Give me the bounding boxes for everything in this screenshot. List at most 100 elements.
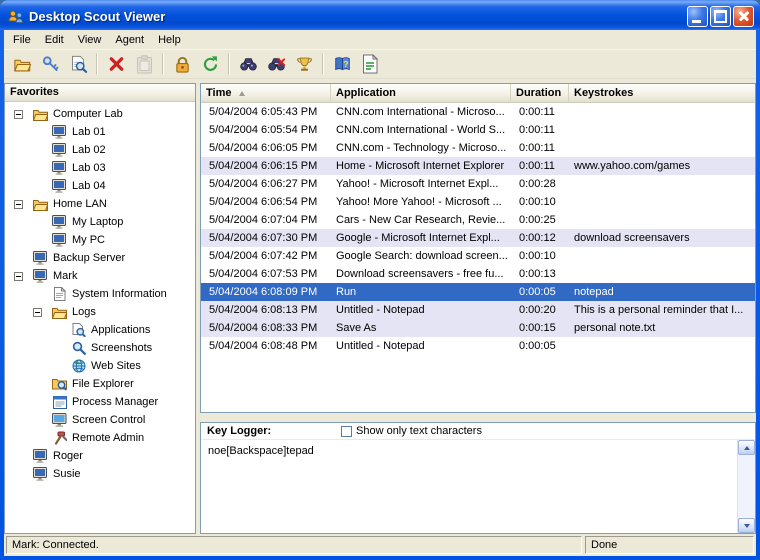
cell-application: Yahoo! More Yahoo! - Microsoft ... (331, 193, 511, 211)
scrollbar-track[interactable] (738, 455, 755, 518)
tree-item-mark[interactable]: Mark (5, 267, 195, 285)
tree-item-label: File Explorer (72, 378, 134, 390)
tips-button[interactable] (291, 51, 317, 77)
computer-icon (51, 125, 68, 139)
tree-item-backup-server[interactable]: Backup Server (5, 249, 195, 267)
activity-row[interactable]: 5/04/2004 6:07:42 PMGoogle Search: downl… (201, 247, 755, 265)
open-button[interactable] (9, 51, 35, 77)
tree-item-roger[interactable]: Roger (5, 447, 195, 465)
tree-item-my-pc[interactable]: My PC (5, 231, 195, 249)
activity-row[interactable]: 5/04/2004 6:08:48 PMUntitled - Notepad0:… (201, 337, 755, 355)
view-report-button[interactable] (65, 51, 91, 77)
tree-item-web-sites[interactable]: Web Sites (5, 357, 195, 375)
view-log-button[interactable] (357, 51, 383, 77)
activity-row[interactable]: 5/04/2004 6:07:30 PMGoogle - Microsoft I… (201, 229, 755, 247)
toolbar-separator (162, 53, 164, 75)
activity-row[interactable]: 5/04/2004 6:08:13 PMUntitled - Notepad0:… (201, 301, 755, 319)
settings-button[interactable] (37, 51, 63, 77)
activity-row[interactable]: 5/04/2004 6:07:53 PMDownload screensaver… (201, 265, 755, 283)
cell-keystrokes: This is a personal reminder that I... (569, 301, 755, 319)
tree-item-lab-01[interactable]: Lab 01 (5, 123, 195, 141)
menu-agent[interactable]: Agent (108, 32, 151, 48)
scroll-down-icon[interactable] (738, 518, 755, 533)
tree-item-my-laptop[interactable]: My Laptop (5, 213, 195, 231)
tree-item-lab-04[interactable]: Lab 04 (5, 177, 195, 195)
cell-keystrokes (569, 193, 755, 211)
cell-duration: 0:00:20 (511, 301, 569, 319)
tree-item-home-lan[interactable]: Home LAN (5, 195, 195, 213)
tree-item-screenshots[interactable]: Screenshots (5, 339, 195, 357)
window-client-area: FileEditViewAgentHelp ? Favorites Comput… (4, 30, 756, 556)
minimize-button[interactable] (687, 6, 708, 27)
find-button[interactable] (235, 51, 261, 77)
collapse-icon[interactable] (14, 272, 23, 281)
activity-row[interactable]: 5/04/2004 6:06:27 PMYahoo! - Microsoft I… (201, 175, 755, 193)
column-header-application[interactable]: Application (331, 84, 511, 102)
activity-row[interactable]: 5/04/2004 6:05:54 PMCNN.com Internationa… (201, 121, 755, 139)
close-button[interactable] (733, 6, 754, 27)
help-button[interactable]: ? (329, 51, 355, 77)
collapse-icon[interactable] (33, 308, 42, 317)
tree-item-logs[interactable]: Logs (5, 303, 195, 321)
delete-button[interactable] (103, 51, 129, 77)
tree-item-screen-control[interactable]: Screen Control (5, 411, 195, 429)
key-logger-scrollbar[interactable] (737, 440, 755, 533)
tree-item-remote-admin[interactable]: Remote Admin (5, 429, 195, 447)
cell-keystrokes (569, 139, 755, 157)
title-bar: Desktop Scout Viewer (0, 0, 760, 30)
activity-row[interactable]: 5/04/2004 6:08:33 PMSave As0:00:15person… (201, 319, 755, 337)
menu-edit[interactable]: Edit (38, 32, 71, 48)
activity-row[interactable]: 5/04/2004 6:06:05 PMCNN.com - Technology… (201, 139, 755, 157)
tools-icon (51, 431, 68, 445)
table-header: Time Application Duration Keystrokes (201, 84, 755, 103)
binoculars-off-icon (268, 56, 285, 72)
tree-item-applications[interactable]: Applications (5, 321, 195, 339)
cell-duration: 0:00:12 (511, 229, 569, 247)
column-header-duration[interactable]: Duration (511, 84, 569, 102)
tree-item-file-explorer[interactable]: File Explorer (5, 375, 195, 393)
tree-item-process-manager[interactable]: Process Manager (5, 393, 195, 411)
activity-row[interactable]: 5/04/2004 6:08:09 PMRun0:00:05notepad (201, 283, 755, 301)
padlock-icon (174, 55, 191, 74)
activity-row[interactable]: 5/04/2004 6:07:04 PMCars - New Car Resea… (201, 211, 755, 229)
tree-item-lab-03[interactable]: Lab 03 (5, 159, 195, 177)
tree-item-label: Roger (53, 450, 83, 462)
computer-icon (51, 179, 68, 193)
menu-file[interactable]: File (6, 32, 38, 48)
status-bar: Mark: Connected. Done (4, 534, 756, 556)
tree-item-label: Susie (53, 468, 81, 480)
refresh-button[interactable] (197, 51, 223, 77)
show-text-checkbox[interactable] (341, 426, 352, 437)
column-header-time[interactable]: Time (201, 84, 331, 102)
favorites-pane: Favorites Computer LabLab 01Lab 02Lab 03… (4, 83, 196, 534)
lock-button[interactable] (169, 51, 195, 77)
collapse-icon[interactable] (14, 110, 23, 119)
globe-icon (70, 359, 87, 373)
cell-application: Untitled - Notepad (331, 337, 511, 355)
tree-item-susie[interactable]: Susie (5, 465, 195, 483)
menu-help[interactable]: Help (151, 32, 188, 48)
maximize-button[interactable] (710, 6, 731, 27)
stop-find-button[interactable] (263, 51, 289, 77)
cell-duration: 0:00:05 (511, 283, 569, 301)
tree-item-label: My Laptop (72, 216, 123, 228)
scroll-up-icon[interactable] (738, 440, 755, 455)
tree-item-computer-lab[interactable]: Computer Lab (5, 105, 195, 123)
pane-splitter[interactable] (200, 413, 756, 422)
collapse-icon[interactable] (14, 200, 23, 209)
activity-row[interactable]: 5/04/2004 6:06:54 PMYahoo! More Yahoo! -… (201, 193, 755, 211)
tree-item-system-information[interactable]: System Information (5, 285, 195, 303)
folder-icon (51, 306, 68, 319)
cell-application: CNN.com International - Microso... (331, 103, 511, 121)
column-header-keystrokes[interactable]: Keystrokes (569, 84, 755, 102)
menu-view[interactable]: View (71, 32, 109, 48)
computer-icon (51, 161, 68, 175)
magnifier-icon (70, 341, 87, 355)
activity-row[interactable]: 5/04/2004 6:05:43 PMCNN.com Internationa… (201, 103, 755, 121)
tree-item-lab-02[interactable]: Lab 02 (5, 141, 195, 159)
tree-item-label: System Information (72, 288, 167, 300)
paste-button[interactable] (131, 51, 157, 77)
main-content: Favorites Computer LabLab 01Lab 02Lab 03… (4, 80, 756, 534)
tree-item-label: Lab 03 (72, 162, 106, 174)
activity-row[interactable]: 5/04/2004 6:06:15 PMHome - Microsoft Int… (201, 157, 755, 175)
